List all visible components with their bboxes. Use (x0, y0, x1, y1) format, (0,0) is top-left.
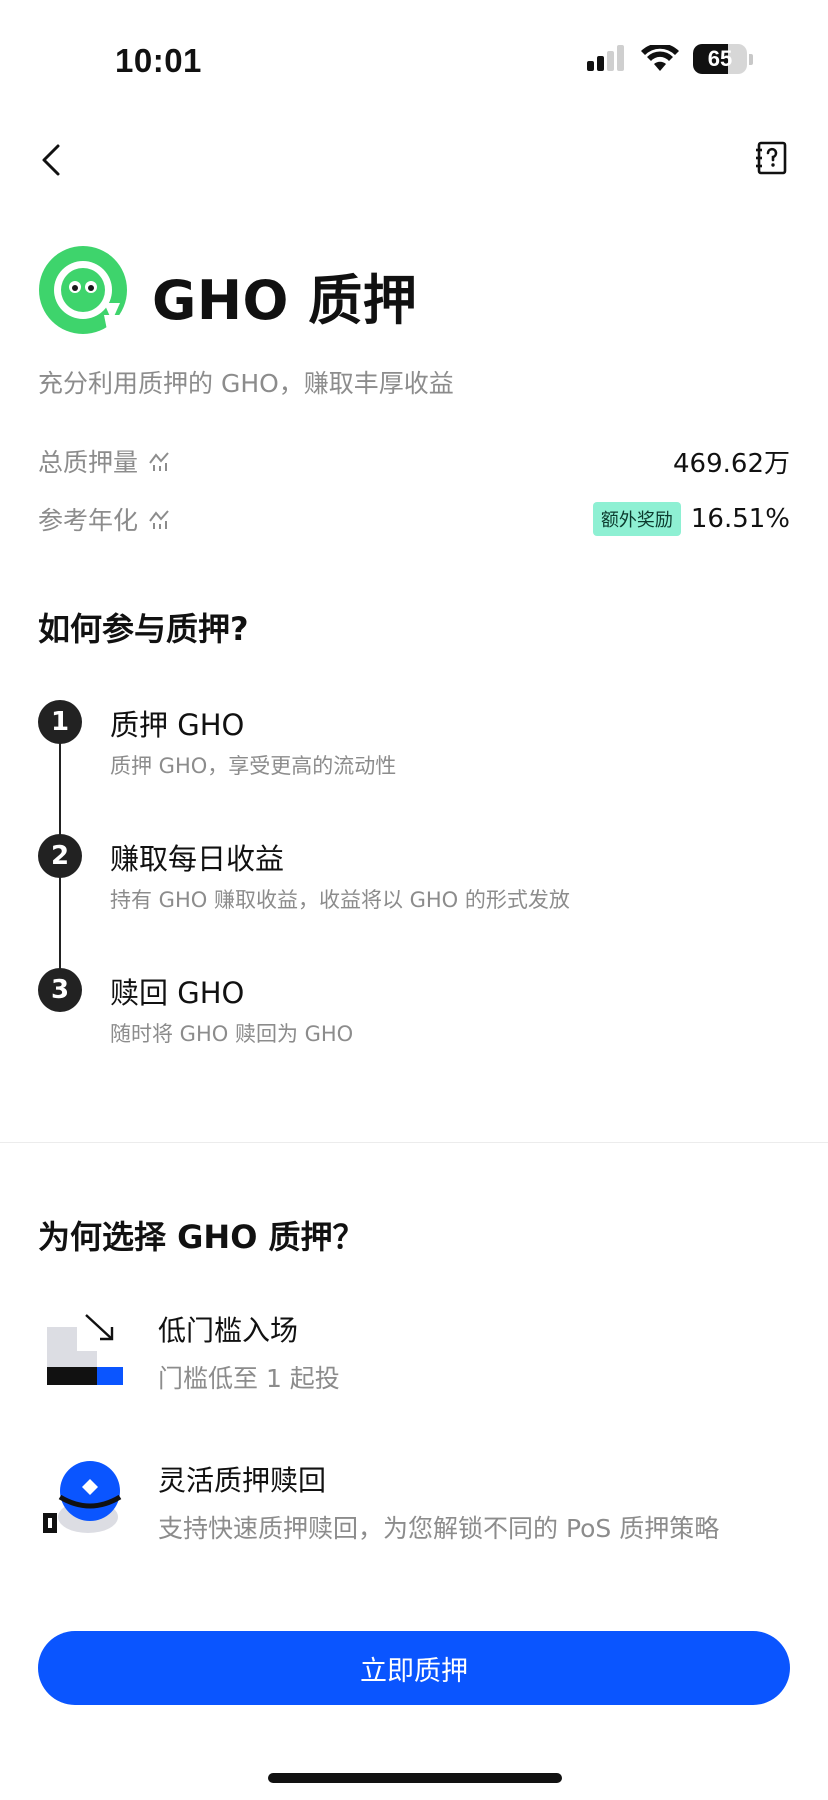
help-book-icon[interactable] (754, 140, 790, 176)
step-desc: 随时将 GHO 赎回为 GHO (110, 1022, 354, 1046)
battery-level: 65 (707, 46, 733, 71)
status-icons: 65 (587, 44, 753, 74)
apr-value: 16.51% (690, 504, 790, 534)
step-number: 2 (38, 834, 82, 878)
step-desc: 质押 GHO，享受更高的流动性 (110, 754, 397, 778)
step-item: 1 质押 GHO 质押 GHO，享受更高的流动性 (38, 700, 790, 790)
feature-desc: 支持快速质押赎回，为您解锁不同的 PoS 质押策略 (158, 1514, 720, 1543)
feature-title: 灵活质押赎回 (158, 1464, 327, 1497)
how-section-title: 如何参与质押? (38, 610, 249, 648)
step-title: 赚取每日收益 (110, 842, 285, 876)
stake-now-button[interactable]: 立即质押 (38, 1631, 790, 1705)
extra-reward-badge: 额外奖励 (592, 502, 681, 536)
step-number: 3 (38, 968, 82, 1012)
step-item: 2 赚取每日收益 持有 GHO 赚取收益，收益将以 GHO 的形式发放 (38, 834, 790, 924)
screen: 10:01 65 GHO 质押 充分利用质押的 GHO，赚取丰厚收益 总质押量 … (0, 0, 828, 1800)
stat-total-staked: 总质押量 469.62万 (38, 441, 790, 481)
stat-apr: 参考年化 额外奖励 16.51% (38, 499, 790, 539)
status-time: 10:01 (115, 42, 202, 79)
battery-cap (749, 53, 753, 65)
home-indicator[interactable] (268, 1773, 562, 1783)
feature-title: 低门槛入场 (158, 1314, 299, 1347)
step-desc: 持有 GHO 赚取收益，收益将以 GHO 的形式发放 (110, 888, 570, 912)
chart-icon[interactable] (148, 507, 172, 531)
low-threshold-icon (47, 1314, 123, 1385)
flexible-redeem-icon (43, 1461, 122, 1533)
battery-icon: 65 (693, 44, 747, 74)
step-title: 质押 GHO (110, 708, 245, 742)
feature-item: 灵活质押赎回 支持快速质押赎回，为您解锁不同的 PoS 质押策略 (38, 1455, 790, 1565)
feature-item: 低门槛入场 门槛低至 1 起投 (38, 1305, 790, 1415)
step-number: 1 (38, 700, 82, 744)
step-item: 3 赎回 GHO 随时将 GHO 赎回为 GHO (38, 968, 790, 1058)
feature-desc: 门槛低至 1 起投 (158, 1364, 340, 1393)
step-title: 赎回 GHO (110, 976, 245, 1010)
chart-icon[interactable] (148, 449, 172, 473)
why-section-title: 为何选择 GHO 质押？ (38, 1218, 365, 1256)
back-arrow-icon[interactable] (36, 140, 68, 180)
wifi-icon (641, 45, 679, 71)
cellular-signal-icon (587, 45, 624, 71)
total-staked-label: 总质押量 (38, 448, 139, 477)
gho-logo-icon (39, 246, 128, 335)
apr-label: 参考年化 (38, 506, 139, 535)
page-subtitle: 充分利用质押的 GHO，赚取丰厚收益 (38, 369, 454, 398)
section-divider (0, 1142, 828, 1143)
total-staked-value: 469.62万 (673, 448, 790, 479)
page-title: GHO 质押 (152, 269, 418, 332)
